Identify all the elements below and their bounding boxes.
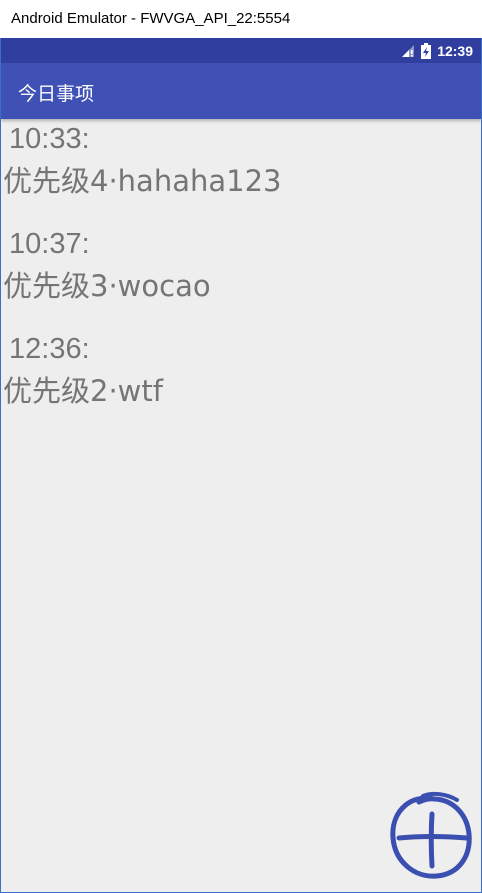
todo-description: 优先级3·wocao: [3, 269, 211, 303]
window-title: Android Emulator - FWVGA_API_22:5554: [11, 10, 291, 27]
add-icon: [390, 791, 472, 879]
status-time: 12:39: [437, 42, 473, 59]
todo-time: 10:33:: [9, 123, 90, 155]
todo-description: 优先级2·wtf: [3, 374, 163, 408]
window-title-bar: Android Emulator - FWVGA_API_22:5554: [0, 0, 482, 38]
emulator-window: Android Emulator - FWVGA_API_22:5554 12:…: [0, 0, 482, 893]
add-button[interactable]: [385, 790, 475, 882]
signal-icon: [402, 44, 415, 57]
app-bar: 今日事项: [1, 63, 481, 119]
list-item[interactable]: 10:37: 优先级3·wocao: [1, 224, 481, 329]
status-icons: 12:39: [401, 41, 473, 60]
todo-list: 10:33: 优先级4·hahaha123 10:37: 优先级3·wocao …: [1, 119, 481, 434]
todo-description: 优先级4·hahaha123: [3, 164, 282, 198]
todo-time: 12:36:: [9, 333, 90, 365]
status-bar: 12:39: [1, 38, 481, 63]
app-title: 今日事项: [18, 83, 95, 105]
battery-charging-icon: [421, 42, 432, 59]
todo-time: 10:37:: [9, 228, 90, 260]
device-screen: 12:39 今日事项 10:33: 优先级4·hahaha123 10:37: …: [0, 38, 482, 893]
list-item[interactable]: 10:33: 优先级4·hahaha123: [1, 119, 481, 224]
list-item[interactable]: 12:36: 优先级2·wtf: [1, 329, 481, 434]
